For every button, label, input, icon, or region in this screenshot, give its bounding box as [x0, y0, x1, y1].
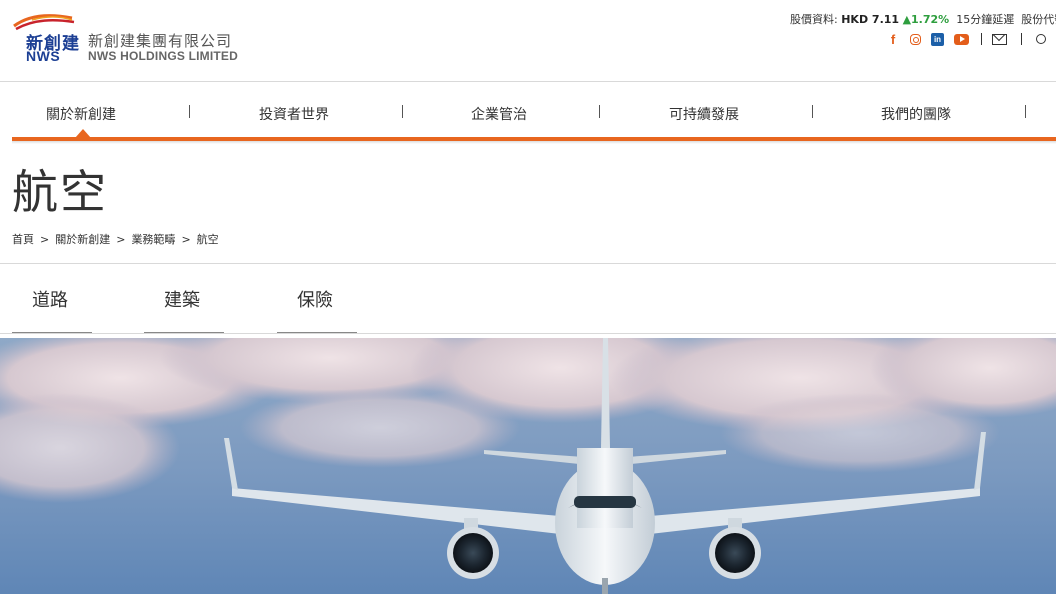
hero-airplane-image [0, 338, 1056, 594]
breadcrumb: 首頁 > 關於新創建 > 業務範疇 > 航空 [12, 231, 219, 247]
tab-label: 保險 [297, 290, 333, 311]
nav-divider [599, 105, 600, 118]
nav-item-team[interactable]: 我們的團隊 [881, 104, 951, 124]
business-subtabs: 道路 建築 保險 [0, 264, 1056, 334]
nav-item-investors[interactable]: 投資者世界 [259, 104, 329, 124]
tab-insurance[interactable]: 保險 [277, 264, 357, 334]
youtube-icon[interactable] [954, 33, 969, 45]
divider [1021, 33, 1022, 45]
stock-delay: 15分鐘延遲 [956, 13, 1015, 26]
nav-item-sustainability[interactable]: 可持續發展 [669, 104, 739, 124]
search-icon[interactable] [1036, 34, 1046, 44]
breadcrumb-about[interactable]: 關於新創建 [55, 233, 110, 246]
site-header: 新創建 NWS 新創建集團有限公司 NWS HOLDINGS LIMITED 股… [0, 0, 1056, 82]
airplane-illustration [0, 338, 1056, 594]
breadcrumb-separator: > [40, 233, 50, 246]
facebook-icon[interactable]: f [886, 32, 900, 47]
nav-item-about[interactable]: 關於新創建 [46, 104, 116, 124]
linkedin-icon[interactable]: in [931, 32, 944, 46]
nav-divider [812, 105, 813, 118]
company-name-cn: 新創建集團有限公司 [88, 32, 233, 50]
tab-label: 建築 [164, 290, 200, 311]
breadcrumb-separator: > [116, 233, 126, 246]
breadcrumb-home[interactable]: 首頁 [12, 233, 34, 246]
breadcrumb-current: 航空 [196, 233, 219, 246]
company-name-en: NWS HOLDINGS LIMITED [88, 49, 238, 63]
nav-divider [189, 105, 190, 118]
divider [0, 333, 1056, 334]
stock-up-arrow-icon: ▲ [902, 13, 912, 26]
tab-label: 道路 [32, 290, 68, 311]
breadcrumb-business-scope[interactable]: 業務範疇 [131, 233, 175, 246]
nav-divider [1025, 105, 1026, 118]
nws-logo[interactable]: 新創建 NWS 新創建集團有限公司 NWS HOLDINGS LIMITED [12, 12, 262, 68]
tab-construction[interactable]: 建築 [144, 264, 224, 334]
instagram-icon[interactable] [910, 33, 921, 45]
divider [981, 33, 982, 45]
main-nav: 關於新創建 投資者世界 企業管治 可持續發展 我們的團隊 [0, 83, 1056, 144]
breadcrumb-separator: > [181, 233, 191, 246]
nav-item-governance[interactable]: 企業管治 [471, 104, 527, 124]
logo-en-mark: NWS [26, 48, 61, 64]
nav-shadow [12, 141, 1056, 144]
stock-ticker[interactable]: 股價資料: HKD 7.11 ▲1.72% 15分鐘延遲 股份代號 [790, 11, 1056, 27]
tab-roads[interactable]: 道路 [12, 264, 92, 334]
stock-price: HKD 7.11 [841, 13, 900, 26]
page-title: 航空 [12, 165, 108, 219]
stock-code-label: 股份代號 [1021, 13, 1056, 26]
mail-icon[interactable] [992, 33, 1007, 45]
stock-label: 股價資料: [790, 13, 838, 26]
nav-divider [402, 105, 403, 118]
social-links: f in [886, 31, 1046, 47]
stock-change: 1.72% [911, 13, 950, 26]
